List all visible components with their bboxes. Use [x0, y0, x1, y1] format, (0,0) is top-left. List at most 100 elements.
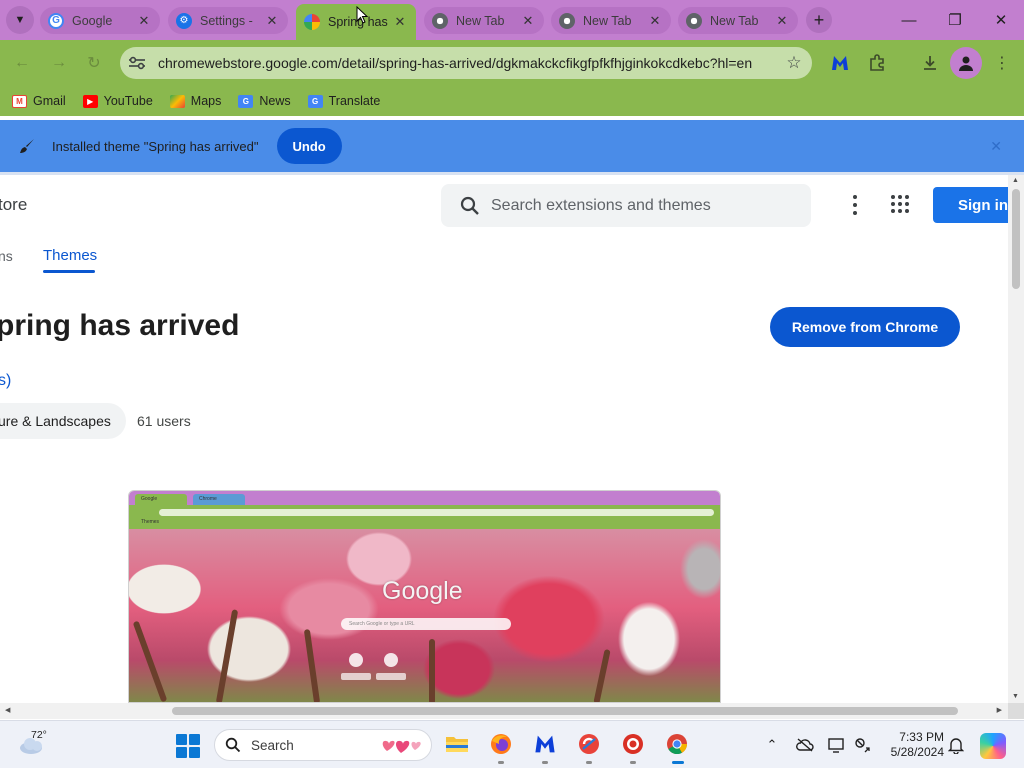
taskbar-ccleaner[interactable] — [576, 731, 602, 764]
windows-taskbar: 72° Search ⌃ 7:33 PM 5/28/2024 — [0, 720, 1024, 768]
running-indicator — [672, 761, 684, 764]
tab-new-tab-3[interactable]: New Tab ✕ — [678, 7, 798, 34]
file-explorer-icon — [446, 737, 468, 752]
sign-in-button[interactable]: Sign in — [933, 187, 1008, 223]
forward-button[interactable]: → — [48, 52, 70, 74]
chevron-up-icon: ⌃ — [766, 737, 778, 752]
address-bar[interactable]: chromewebstore.google.com/detail/spring-… — [120, 47, 812, 79]
chrome-icon — [667, 734, 688, 755]
scrollbar-thumb[interactable] — [172, 707, 958, 715]
tab-search-button[interactable]: ▼ — [6, 6, 34, 34]
running-indicator — [586, 761, 592, 764]
store-search[interactable] — [441, 184, 811, 227]
bookmarks-bar: M Gmail ▶ YouTube Maps G News G Translat… — [0, 86, 1024, 116]
webstore-icon — [304, 14, 320, 30]
close-icon[interactable]: ✕ — [136, 13, 152, 29]
notification-bell-icon[interactable] — [946, 735, 966, 755]
preview-omnibox — [159, 509, 714, 516]
settings-icon: ⚙ — [176, 12, 192, 29]
new-tab-button[interactable]: + — [806, 7, 832, 33]
search-input[interactable] — [491, 196, 791, 215]
clock-time: 7:33 PM — [899, 730, 944, 744]
bookmark-news[interactable]: G News — [238, 94, 291, 108]
taskbar-recorder[interactable] — [620, 731, 646, 764]
theme-preview-image[interactable]: Google Chrome Themes Google Search Googl… — [128, 490, 721, 703]
scroll-up-icon[interactable]: ▲ — [1012, 177, 1019, 184]
category-chip[interactable]: ure & Landscapes — [0, 403, 126, 439]
malwarebytes-extension-icon[interactable] — [828, 51, 852, 75]
google-apps-icon[interactable] — [891, 195, 909, 213]
remove-from-chrome-button[interactable]: Remove from Chrome — [770, 307, 960, 347]
tab-title: Google — [72, 13, 113, 28]
scroll-left-icon[interactable]: ◀ — [5, 706, 10, 714]
restore-button[interactable]: ❐ — [932, 0, 978, 40]
developer-link[interactable]: s) — [0, 372, 11, 390]
bookmark-translate[interactable]: G Translate — [307, 94, 380, 108]
scrollbar-thumb[interactable] — [1012, 189, 1020, 289]
person-icon — [959, 56, 973, 71]
close-icon[interactable]: ✕ — [392, 14, 408, 30]
close-icon[interactable]: ✕ — [264, 13, 280, 29]
theme-installed-infobar: Installed theme "Spring has arrived" Und… — [0, 120, 1024, 172]
vertical-scrollbar[interactable]: ▲ ▼ — [1008, 175, 1024, 703]
reload-icon: ↻ — [87, 55, 101, 72]
recorder-icon — [623, 734, 643, 754]
preview-shortcut-label — [341, 673, 371, 680]
reload-button[interactable]: ↻ — [83, 52, 105, 74]
system-clock[interactable]: 7:33 PM 5/28/2024 — [884, 730, 944, 760]
close-icon[interactable]: ✕ — [520, 13, 536, 29]
preview-bookmark: Themes — [141, 519, 160, 525]
bookmark-gmail[interactable]: M Gmail — [12, 94, 66, 108]
taskbar-file-explorer[interactable] — [444, 731, 470, 757]
undo-button[interactable]: Undo — [276, 128, 342, 164]
webstore-page: tore Sign in ns Themes pring has arrived… — [0, 175, 1008, 703]
tree-trunk — [215, 609, 239, 702]
horizontal-scrollbar[interactable]: ◀ ▶ — [0, 703, 1008, 719]
ccleaner-icon — [579, 734, 599, 754]
minimize-button[interactable]: — — [886, 0, 932, 40]
tab-new-tab-1[interactable]: New Tab ✕ — [424, 7, 544, 34]
windows-start-icon[interactable] — [176, 734, 200, 758]
back-button[interactable]: ← — [11, 52, 33, 74]
more-options-icon[interactable] — [845, 193, 865, 217]
taskbar-firefox[interactable] — [488, 731, 514, 764]
taskbar-chrome[interactable] — [664, 731, 690, 764]
extensions-puzzle-icon[interactable] — [865, 51, 889, 75]
tab-extensions[interactable]: ns — [0, 248, 13, 264]
bookmark-maps[interactable]: Maps — [169, 94, 221, 108]
onedrive-offline-icon[interactable] — [795, 735, 815, 755]
taskbar-search[interactable]: Search — [214, 729, 432, 761]
close-icon[interactable]: ✕ — [774, 13, 790, 29]
close-icon[interactable]: ✕ — [990, 138, 1002, 155]
tree-trunk — [132, 620, 168, 702]
google-icon: G — [48, 12, 64, 29]
scroll-down-icon[interactable]: ▼ — [1012, 693, 1019, 700]
preview-tab: Chrome — [193, 494, 245, 505]
download-icon[interactable] — [918, 51, 942, 75]
close-window-button[interactable]: ✕ — [978, 0, 1024, 40]
network-offline-icon[interactable] — [853, 735, 873, 755]
maps-icon — [169, 94, 185, 108]
weather-temperature[interactable]: 72° — [31, 729, 47, 741]
tab-new-tab-2[interactable]: New Tab ✕ — [551, 7, 671, 34]
copilot-icon[interactable] — [980, 733, 1006, 759]
taskbar-malwarebytes[interactable] — [532, 731, 558, 764]
preview-tabstrip: Google Chrome — [129, 491, 720, 505]
active-tab-indicator — [43, 270, 95, 273]
restore-icon: ❐ — [948, 12, 962, 29]
profile-avatar-button[interactable] — [950, 47, 982, 79]
bookmark-youtube[interactable]: ▶ YouTube — [82, 94, 153, 108]
chrome-menu-button[interactable]: ⋮ — [990, 51, 1014, 75]
tab-themes[interactable]: Themes — [43, 247, 97, 264]
tab-title: New Tab — [583, 13, 632, 28]
running-indicator — [498, 761, 504, 764]
tab-settings[interactable]: ⚙ Settings - ✕ — [168, 7, 288, 34]
scroll-right-icon[interactable]: ▶ — [997, 706, 1002, 714]
show-hidden-icons-button[interactable]: ⌃ — [762, 735, 782, 755]
bookmark-star-icon[interactable]: ☆ — [776, 53, 812, 73]
tab-google[interactable]: G Google ✕ — [40, 7, 160, 34]
url-text[interactable]: chromewebstore.google.com/detail/spring-… — [152, 55, 776, 71]
site-info-icon[interactable] — [122, 48, 152, 78]
close-icon[interactable]: ✕ — [647, 13, 663, 29]
display-icon[interactable] — [827, 735, 847, 755]
